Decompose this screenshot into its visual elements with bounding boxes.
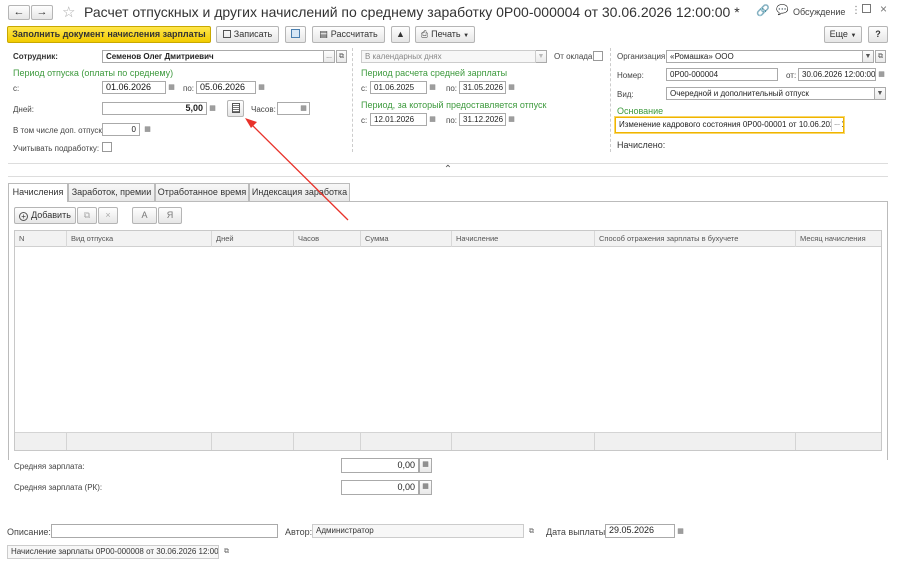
annotation-arrow bbox=[245, 118, 349, 221]
tab-accruals[interactable]: Начисления bbox=[8, 183, 68, 202]
annotation-arrow-line bbox=[249, 122, 349, 221]
annotation-arrow-head bbox=[245, 118, 257, 128]
